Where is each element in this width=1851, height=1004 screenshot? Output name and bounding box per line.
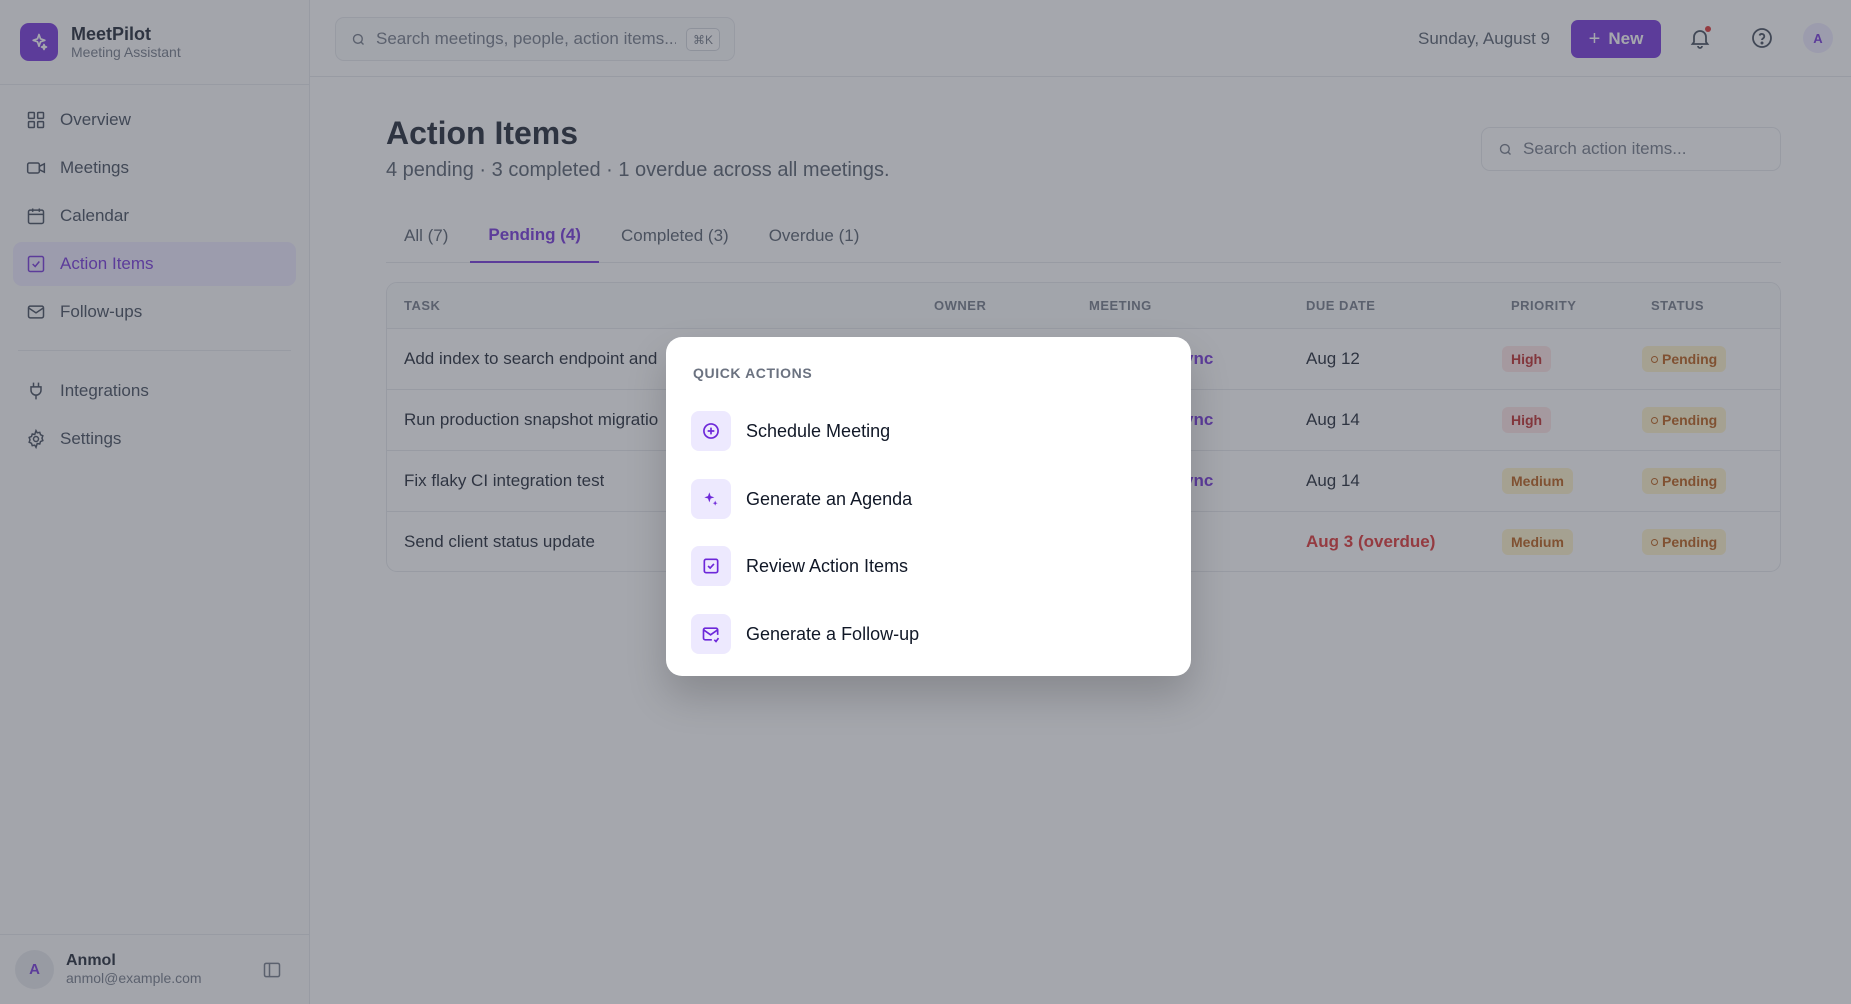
quick-actions-popup: QUICK ACTIONS Schedule Meeting Generate … (666, 337, 1191, 676)
quick-action-generate-follow-up[interactable]: Generate a Follow-up (691, 609, 1166, 659)
quick-action-review-action-items[interactable]: Review Action Items (691, 541, 1166, 591)
quick-actions-heading: QUICK ACTIONS (693, 365, 813, 381)
quick-action-label: Schedule Meeting (746, 420, 891, 441)
check-square-icon (691, 546, 731, 586)
quick-action-label: Generate an Agenda (746, 488, 913, 509)
sparkles-icon (691, 479, 731, 519)
plus-circle-icon (691, 411, 731, 451)
quick-action-label: Review Action Items (746, 555, 909, 576)
quick-action-generate-agenda[interactable]: Generate an Agenda (691, 474, 1166, 524)
quick-action-schedule-meeting[interactable]: Schedule Meeting (691, 406, 1166, 456)
quick-action-label: Generate a Follow-up (746, 623, 920, 644)
mail-send-icon (691, 614, 731, 654)
